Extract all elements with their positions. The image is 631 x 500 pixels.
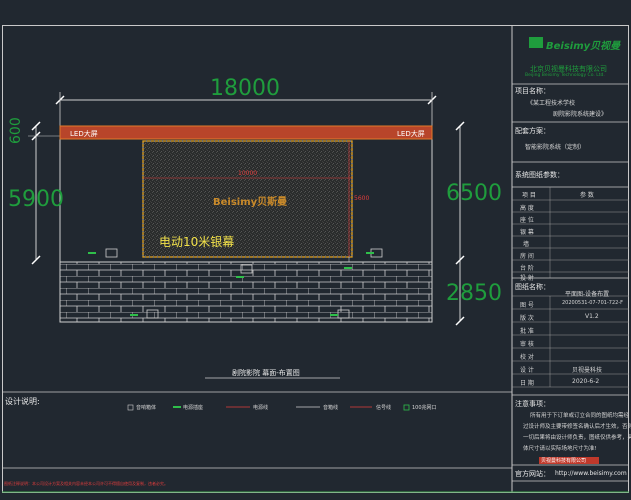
params-row: 银 幕 [520,229,534,236]
info-label: 设 计 [520,367,534,374]
info-value: 贝视曼科技 [572,367,603,374]
dim-right-bottom: 2850 [446,281,502,306]
company-logo: Beisimy贝视曼 [546,41,621,52]
notice-line: 体尺寸请以实际场地尺寸为准! [523,446,597,452]
info-value: 2020-6-2 [572,378,600,385]
project-label: 项目名称： [515,87,550,95]
drawing-name-value: 平面图-设备布置 [565,291,610,298]
legend-item-network: 100兆网口 [412,405,437,411]
info-label: 日 期 [520,380,534,387]
drawing-name-label: 图纸名称： [515,283,550,291]
website-link[interactable]: http://www.beisimy.com [555,470,627,477]
led-label-right: LED大屏 [397,130,425,138]
legend-item-speaker: 音响箱体 [136,405,157,411]
speaker-left [105,248,118,258]
dim-left-top: 600 [8,117,24,144]
dim-right-height: 6500 [446,181,502,206]
notice-stamp: 贝视曼科技有限公司 [541,458,587,464]
drawing-caption: 剧院影院 幕面-布置图 [232,369,300,377]
info-label: 图 号 [520,302,534,309]
screen-label: 电动10米银幕 [159,235,235,249]
params-row: 台 阶 [520,265,534,272]
params-row: 座 位 [520,217,534,224]
params-row: 投 射 [520,275,534,282]
legend-item-power-line: 电源线 [253,405,269,411]
info-value: V1.2 [585,313,599,320]
dim-inner-width: 10000 [238,170,258,177]
notice-label: 注意事项： [515,400,550,408]
legend-title: 设计说明: [5,397,40,406]
legend-item-speaker-line: 音箱线 [323,405,339,411]
notice-line: 一切后果将由设计师负责，图纸仅供参考，具 [523,435,631,441]
website-label: 官方网站： [515,470,550,478]
footer-note: 图纸注释说明：本公司设计方案及相关内容未经本公司许可不得擅自使用及复制，违者必究… [4,481,168,486]
project-line1: 《某工程技术学校 [527,100,576,107]
dim-overall-width: 18000 [210,76,280,101]
info-value: 20200531-07-701-722-F [562,300,623,306]
project-line2: 剧院影院系统建设》 [553,111,608,118]
legend-item-socket: 电源插座 [183,405,204,411]
plan-label: 配套方案： [515,127,550,135]
dim-left-height: 5900 [8,187,64,212]
led-label-left: LED大屏 [70,130,98,138]
info-label: 批 准 [520,328,534,335]
info-label: 校 对 [520,354,534,361]
stage-bricks [59,261,433,323]
notice-line: 过设计师及主要带修签名确认后才生效，否则 [523,424,631,430]
params-header-value: 参 数 [580,192,594,199]
info-label: 版 次 [520,315,534,322]
dim-inner-height: 5600 [354,195,370,202]
led-band [59,125,433,140]
params-label: 系统图纸参数： [515,171,564,179]
screen-logo: Beisimy贝斯曼 [213,197,288,208]
params-row: 房 间 [520,253,534,260]
plan-value: 智能影院系统（定制） [525,144,586,151]
notice-line: 所有用于下订单或订立合同的图纸均需经 [530,413,630,419]
legend-item-signal-line: 信号线 [376,405,392,411]
info-label: 审 核 [520,341,534,348]
params-row: 墙 [523,241,530,248]
params-row: 高 度 [520,205,534,212]
params-header-item: 项 目 [522,192,536,199]
company-name-en: Beijing Beisimy Technology Co. Ltd. [525,73,605,78]
